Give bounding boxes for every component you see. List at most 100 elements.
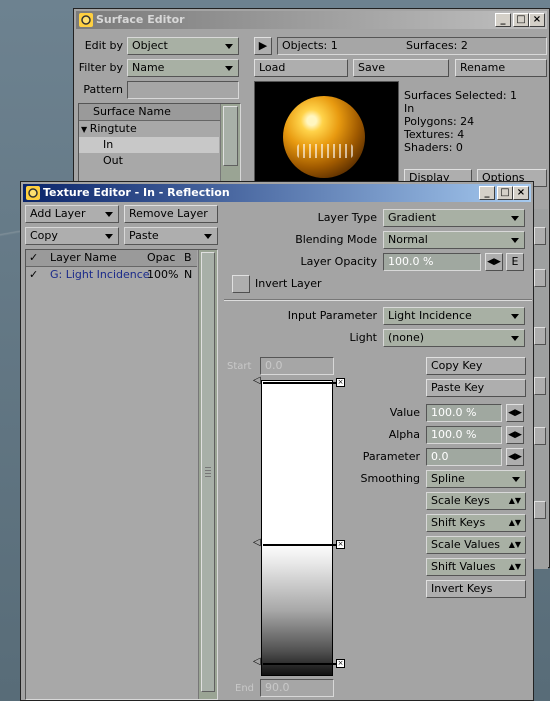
end-label: End <box>235 683 255 694</box>
shift-values-label: Shift Values <box>431 560 496 573</box>
scrollbar-thumb[interactable] <box>201 252 215 692</box>
save-button[interactable]: Save <box>353 59 449 77</box>
gradient-key-marker[interactable]: ◁ × <box>253 656 345 668</box>
key-close-icon[interactable]: × <box>336 540 345 549</box>
texture-button[interactable] <box>534 227 546 245</box>
scale-values-dropdown[interactable]: Scale Values ▲▼ <box>426 536 526 554</box>
add-layer-dropdown[interactable]: Add Layer <box>25 205 119 223</box>
texture-button[interactable] <box>534 501 546 519</box>
light-value: (none) <box>388 331 425 344</box>
layer-enabled-checkbox[interactable]: ✓ <box>29 267 38 283</box>
filter-by-dropdown[interactable]: Name <box>127 59 239 77</box>
close-button[interactable]: × <box>513 186 529 200</box>
texture-editor-window: Texture Editor - In - Reflection _ □ × A… <box>20 181 534 701</box>
layer-name-column: Layer Name <box>50 251 117 264</box>
envelope-button[interactable]: E <box>506 253 524 271</box>
value-input[interactable]: 100.0 % <box>426 404 502 422</box>
expand-triangle-icon[interactable]: ▼ <box>81 125 90 134</box>
left-right-arrows-icon: ◀▶ <box>508 430 522 440</box>
texture-button[interactable] <box>534 427 546 445</box>
surface-preview[interactable] <box>254 81 399 191</box>
layer-opacity-input[interactable]: 100.0 % <box>383 253 481 271</box>
copy-key-button[interactable]: Copy Key <box>426 357 526 375</box>
chevron-down-icon <box>105 234 113 239</box>
blending-mode-label: Blending Mode <box>295 233 377 246</box>
invert-keys-button[interactable]: Invert Keys <box>426 580 526 598</box>
left-right-arrows-icon: ◀▶ <box>487 257 501 267</box>
filter-by-label: Filter by <box>78 61 123 74</box>
scale-keys-dropdown[interactable]: Scale Keys ▲▼ <box>426 492 526 510</box>
invert-layer-checkbox[interactable] <box>232 275 250 293</box>
minimize-button[interactable]: _ <box>479 186 495 200</box>
paste-key-button[interactable]: Paste Key <box>426 379 526 397</box>
chevron-down-icon <box>225 44 233 49</box>
start-label: Start <box>227 361 252 372</box>
chevron-down-icon <box>511 336 519 341</box>
value-slider-button[interactable]: ◀▶ <box>506 404 524 422</box>
up-down-arrows-icon: ▲▼ <box>508 518 521 527</box>
layer-list[interactable]: ✓ Layer Name Opac B ✓ G: Light Incidence… <box>25 249 218 700</box>
texture-button[interactable] <box>534 269 546 287</box>
layer-row[interactable]: ✓ G: Light Incidence 100% N <box>26 267 197 283</box>
surface-editor-titlebar[interactable]: Surface Editor _ □ × <box>76 11 547 29</box>
light-dropdown[interactable]: (none) <box>383 329 525 347</box>
texture-editor-title: Texture Editor - In - Reflection <box>43 186 230 199</box>
alpha-input[interactable]: 100.0 % <box>426 426 502 444</box>
parameter-slider-button[interactable]: ◀▶ <box>506 448 524 466</box>
tree-item-out[interactable]: Out <box>103 153 219 169</box>
input-parameter-dropdown[interactable]: Light Incidence <box>383 307 525 325</box>
layer-type-value: Gradient <box>388 211 436 224</box>
lightwave-icon <box>26 186 40 200</box>
layer-list-header: ✓ Layer Name Opac B <box>26 250 197 267</box>
edit-by-label: Edit by <box>84 39 123 52</box>
gradient-bar[interactable] <box>261 380 333 676</box>
maximize-button[interactable]: □ <box>513 13 529 27</box>
key-arrow-icon: ◁ <box>253 375 261 386</box>
remove-layer-button[interactable]: Remove Layer <box>124 205 218 223</box>
left-right-arrows-icon: ◀▶ <box>508 452 522 462</box>
layer-type-dropdown[interactable]: Gradient <box>383 209 525 227</box>
filter-by-value: Name <box>132 61 165 74</box>
edit-by-dropdown[interactable]: Object <box>127 37 239 55</box>
gradient-key-marker[interactable]: ◁ × <box>253 537 345 549</box>
load-button[interactable]: Load <box>254 59 348 77</box>
smoothing-dropdown[interactable]: Spline <box>426 470 526 488</box>
surface-name-column: Surface Name <box>93 105 171 118</box>
gradient-key-marker[interactable]: ◁ × <box>253 375 345 387</box>
scale-keys-label: Scale Keys <box>431 494 490 507</box>
end-input[interactable]: 90.0 <box>260 679 334 697</box>
opacity-column: Opac <box>147 251 176 264</box>
paste-dropdown[interactable]: Paste <box>124 227 218 245</box>
copy-dropdown[interactable]: Copy <box>25 227 119 245</box>
shift-keys-dropdown[interactable]: Shift Keys ▲▼ <box>426 514 526 532</box>
key-close-icon[interactable]: × <box>336 659 345 668</box>
pattern-input[interactable] <box>127 81 239 99</box>
value-label: Value <box>389 406 420 419</box>
key-close-icon[interactable]: × <box>336 378 345 387</box>
edit-by-value: Object <box>132 39 168 52</box>
tree-item-in[interactable]: In <box>79 137 219 153</box>
play-button[interactable]: ▶ <box>254 37 272 55</box>
alpha-slider-button[interactable]: ◀▶ <box>506 426 524 444</box>
layer-opacity-slider-button[interactable]: ◀▶ <box>485 253 503 271</box>
rename-button[interactable]: Rename <box>455 59 547 77</box>
layer-list-scrollbar[interactable] <box>198 250 217 699</box>
texture-button[interactable] <box>534 327 546 345</box>
close-button[interactable]: × <box>529 13 545 27</box>
parameter-input[interactable]: 0.0 <box>426 448 502 466</box>
tree-item-ringtute[interactable]: ▼ Ringtute <box>81 121 219 137</box>
chevron-down-icon <box>512 477 520 482</box>
start-input[interactable]: 0.0 <box>260 357 334 375</box>
surface-editor-right-controls <box>532 209 548 569</box>
preview-sphere <box>283 96 365 178</box>
shift-values-dropdown[interactable]: Shift Values ▲▼ <box>426 558 526 576</box>
blending-mode-dropdown[interactable]: Normal <box>383 231 525 249</box>
layer-name: G: Light Incidence <box>50 268 150 281</box>
smoothing-value: Spline <box>431 472 465 485</box>
texture-editor-titlebar[interactable]: Texture Editor - In - Reflection _ □ × <box>23 184 531 202</box>
texture-button[interactable] <box>534 377 546 395</box>
maximize-button[interactable]: □ <box>497 186 513 200</box>
up-down-arrows-icon: ▲▼ <box>508 562 521 571</box>
scrollbar-thumb[interactable] <box>223 106 238 166</box>
minimize-button[interactable]: _ <box>495 13 511 27</box>
